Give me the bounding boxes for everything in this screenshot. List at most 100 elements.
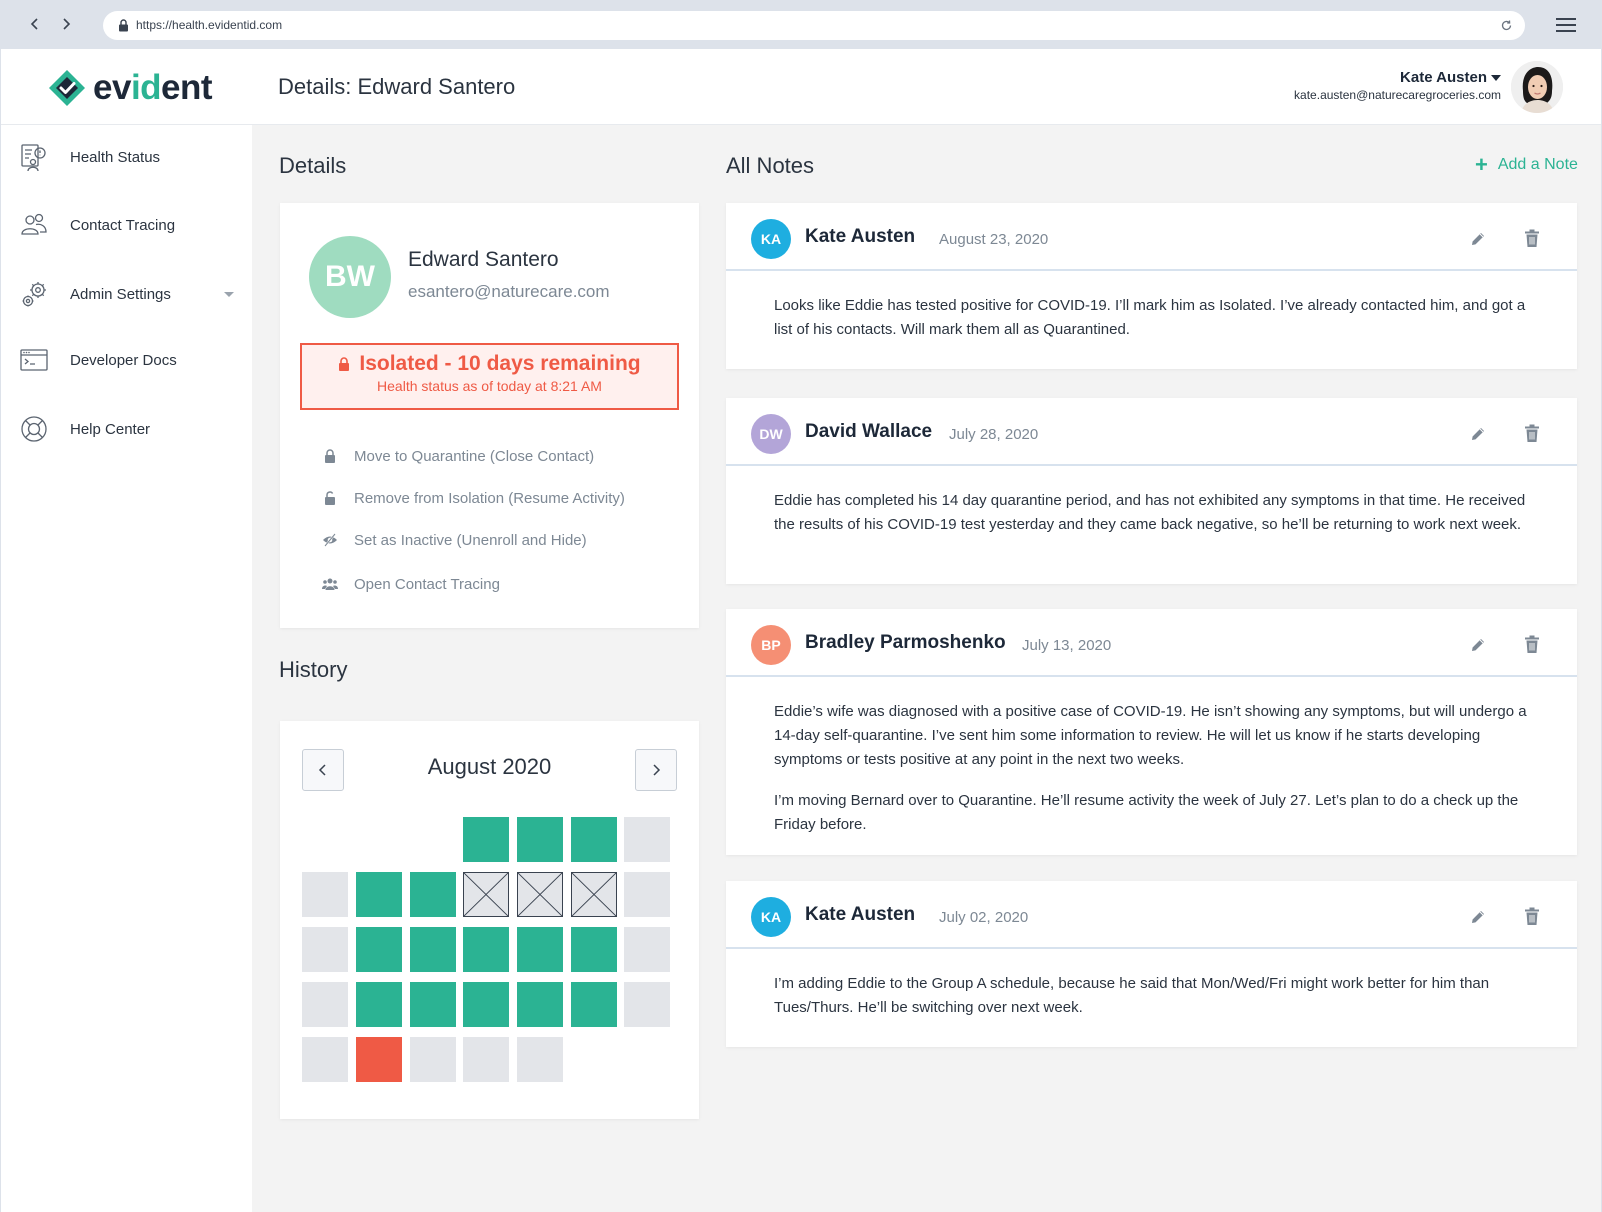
calendar-day[interactable] (463, 817, 509, 862)
note-paragraph: Looks like Eddie has tested positive for… (774, 297, 1526, 338)
lock-icon (325, 449, 335, 463)
calendar-day[interactable] (410, 872, 456, 917)
note-header: DW David Wallace July 28, 2020 (726, 398, 1577, 466)
action-label: Move to Quarantine (Close Contact) (354, 447, 595, 465)
action-remove-from-isolation[interactable]: Remove from Isolation (Resume Activity) (322, 487, 625, 509)
calendar-day[interactable] (571, 927, 617, 972)
calendar-day[interactable] (624, 927, 670, 972)
action-label: Remove from Isolation (Resume Activity) (354, 489, 625, 507)
trash-icon[interactable] (1524, 907, 1540, 926)
pencil-icon[interactable] (1469, 908, 1487, 926)
chevron-down-icon[interactable] (224, 291, 234, 297)
note-author-avatar: KA (751, 219, 791, 259)
note-paragraph: Eddie’s wife was diagnosed with a positi… (774, 703, 1527, 768)
calendar-day[interactable] (463, 1037, 509, 1082)
avatar-photo (1511, 61, 1563, 113)
person-email: esantero@naturecare.com (408, 282, 610, 301)
calendar-day[interactable] (410, 1037, 456, 1082)
calendar-day[interactable] (624, 817, 670, 862)
sidebar-item-label: Developer Docs (70, 351, 177, 369)
calendar-day[interactable] (302, 982, 348, 1027)
back-button[interactable] (23, 12, 47, 36)
calendar-day[interactable] (571, 982, 617, 1027)
note-author: David Wallace (805, 421, 933, 442)
trash-icon[interactable] (1524, 424, 1540, 443)
action-open-contact-tracing[interactable]: Open Contact Tracing (322, 573, 500, 595)
pencil-icon[interactable] (1469, 636, 1487, 654)
help-center-icon (21, 416, 47, 442)
lock-icon (339, 357, 350, 371)
sidebar-item-contact-tracing[interactable]: Contact Tracing (1, 205, 252, 245)
hamburger-menu-icon[interactable] (1556, 16, 1576, 34)
evident-logo-icon (49, 70, 85, 106)
status-banner: Isolated - 10 days remaining Health stat… (300, 343, 679, 410)
address-bar[interactable]: https://health.evidentid.com (103, 11, 1525, 40)
next-month-button[interactable] (635, 749, 677, 791)
note-header: KA Kate Austen July 02, 2020 (726, 881, 1577, 949)
calendar-day[interactable] (624, 982, 670, 1027)
chevron-right-icon (63, 18, 71, 30)
calendar-day[interactable] (517, 872, 563, 917)
trash-icon[interactable] (1524, 229, 1540, 248)
calendar-day[interactable] (571, 872, 617, 917)
sidebar-item-health-status[interactable]: Health Status (1, 137, 252, 177)
note-paragraph: I’m moving Bernard over to Quarantine. H… (774, 792, 1519, 833)
pencil-icon[interactable] (1469, 230, 1487, 248)
note-author-avatar: DW (751, 414, 791, 454)
calendar-day[interactable] (463, 927, 509, 972)
history-calendar: August 2020 (280, 721, 699, 1119)
note-paragraph: Eddie has completed his 14 day quarantin… (774, 492, 1526, 533)
user-avatar[interactable] (1511, 61, 1563, 113)
calendar-day[interactable] (517, 817, 563, 862)
calendar-day[interactable] (302, 872, 348, 917)
note-author-avatar: BP (751, 625, 791, 665)
note-author: Kate Austen (805, 226, 916, 247)
calendar-day[interactable] (517, 982, 563, 1027)
pencil-icon[interactable] (1469, 425, 1487, 443)
sidebar-item-developer-docs[interactable]: Developer Docs (1, 340, 252, 380)
calendar-day[interactable] (302, 1037, 348, 1082)
note-paragraph: I’m adding Eddie to the Group A schedule… (774, 975, 1490, 1016)
calendar-day[interactable] (302, 927, 348, 972)
calendar-day[interactable] (356, 927, 402, 972)
calendar-day[interactable] (356, 1037, 402, 1082)
add-note-button[interactable]: + Add a Note (1475, 154, 1578, 176)
note-body: I’m adding Eddie to the Group A schedule… (774, 972, 1534, 1020)
sidebar-item-label: Contact Tracing (70, 216, 176, 234)
details-heading: Details (279, 153, 347, 178)
calendar-day[interactable] (410, 927, 456, 972)
calendar-day[interactable] (410, 982, 456, 1027)
calendar-day[interactable] (517, 927, 563, 972)
note-card: BP Bradley Parmoshenko July 13, 2020 Eddie’… (726, 609, 1577, 855)
caret-down-icon (1491, 75, 1501, 82)
url-text: https://health.evidentid.com (136, 18, 283, 32)
forward-button[interactable] (54, 12, 78, 36)
user-name[interactable]: Kate Austen (1294, 69, 1501, 86)
calendar-day[interactable] (463, 872, 509, 917)
evident-logo[interactable]: evident (47, 68, 213, 107)
calendar-day[interactable] (624, 872, 670, 917)
calendar-day[interactable] (463, 982, 509, 1027)
action-set-inactive[interactable]: Set as Inactive (Unenroll and Hide) (322, 529, 587, 551)
note-header: BP Bradley Parmoshenko July 13, 2020 (726, 609, 1577, 677)
sidebar-item-label: Health Status (70, 148, 161, 166)
user-menu[interactable]: Kate Austen kate.austen@naturecaregrocer… (1294, 69, 1501, 102)
person-avatar: BW (309, 236, 391, 318)
calendar-day[interactable] (356, 982, 402, 1027)
cross-icon (464, 873, 508, 916)
note-date: July 02, 2020 (939, 909, 1029, 926)
padlock-icon (119, 19, 128, 32)
note-card: KA Kate Austen July 02, 2020 I’m adding Edd… (726, 881, 1577, 1047)
trash-icon[interactable] (1524, 635, 1540, 654)
action-move-to-quarantine[interactable]: Move to Quarantine (Close Contact) (322, 445, 594, 467)
calendar-day[interactable] (356, 872, 402, 917)
details-card: BW Edward Santero esantero@naturecare.co… (280, 203, 699, 628)
note-body: Eddie has completed his 14 day quarantin… (774, 489, 1534, 537)
sidebar-item-help-center[interactable]: Help Center (1, 409, 252, 449)
reload-icon[interactable] (1500, 19, 1513, 32)
action-label: Set as Inactive (Unenroll and Hide) (354, 531, 587, 549)
cross-icon (572, 873, 616, 916)
calendar-day[interactable] (571, 817, 617, 862)
calendar-day[interactable] (517, 1037, 563, 1082)
sidebar-item-admin-settings[interactable]: Admin Settings (1, 274, 252, 314)
